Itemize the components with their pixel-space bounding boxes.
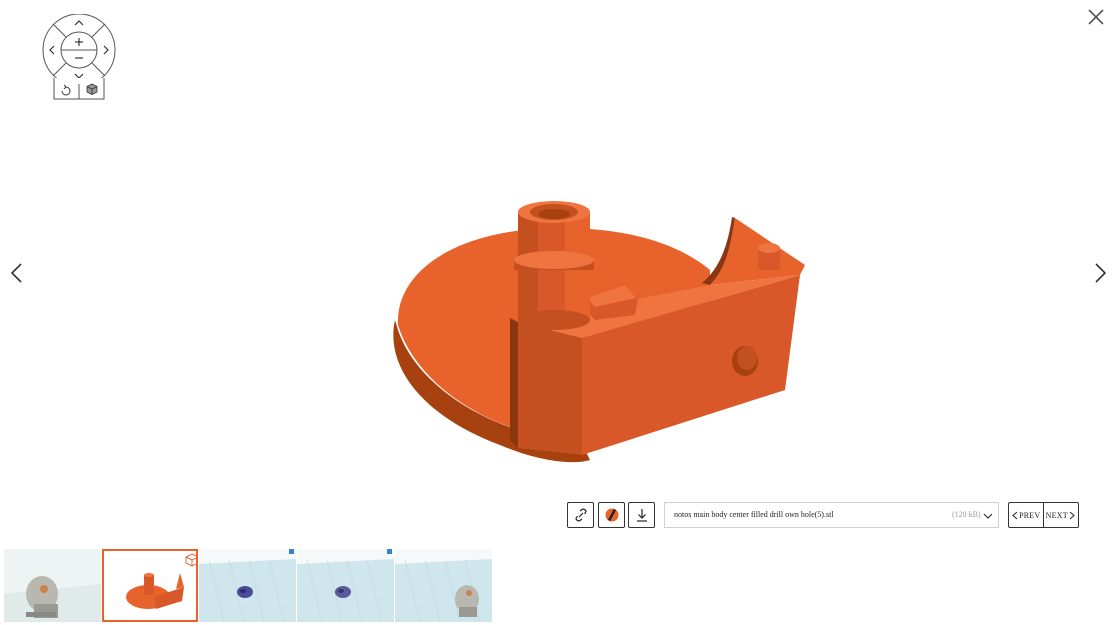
rotate-right-button[interactable] (100, 41, 114, 59)
next-model-button[interactable] (1089, 260, 1111, 286)
thumbnail-image (395, 549, 492, 622)
model-render (393, 201, 805, 463)
file-name: notos main body center filled drill own … (674, 510, 834, 519)
close-button[interactable] (1084, 5, 1108, 29)
next-button[interactable]: NEXT (1044, 503, 1079, 527)
rotate-left-button[interactable] (44, 41, 58, 59)
color-icon (605, 508, 618, 522)
thumbnail-item[interactable] (297, 549, 394, 622)
thumbnail-image (297, 549, 394, 622)
chevron-left-icon (1012, 511, 1018, 519)
zoom-out-button[interactable] (66, 51, 92, 67)
chevron-right-icon (1095, 263, 1107, 283)
chevron-down-icon (983, 513, 993, 519)
thumbnail-image (199, 549, 296, 622)
thumbnail-item[interactable] (395, 549, 492, 622)
thumbnail-item[interactable] (102, 549, 198, 622)
prev-button[interactable]: PREV (1009, 503, 1044, 527)
download-icon (636, 509, 647, 522)
chevron-left-icon (10, 263, 22, 283)
rotate-down-button[interactable] (70, 70, 88, 84)
pager: PREV NEXT (1008, 502, 1079, 528)
thumbnail-image (4, 549, 101, 622)
download-button[interactable] (628, 502, 655, 528)
thumbnail-strip (4, 549, 492, 622)
model-viewport[interactable] (380, 190, 820, 470)
next-label: NEXT (1045, 510, 1068, 520)
link-icon (574, 508, 587, 522)
share-link-button[interactable] (567, 502, 594, 528)
thumbnail-item[interactable] (4, 549, 101, 622)
prev-label: PREV (1019, 510, 1041, 520)
thumbnail-item[interactable] (199, 549, 296, 622)
close-icon (1088, 9, 1104, 25)
model-color-button[interactable] (598, 502, 625, 528)
default-view-button[interactable] (80, 84, 103, 99)
reset-view-button[interactable] (55, 84, 78, 99)
view-control-widget (42, 14, 118, 102)
zoom-in-button[interactable] (66, 33, 92, 49)
file-size: (120 kB) (952, 510, 981, 519)
previous-model-button[interactable] (6, 260, 28, 286)
rotate-up-button[interactable] (70, 16, 88, 30)
chevron-right-icon (1069, 511, 1075, 519)
file-select[interactable]: notos main body center filled drill own … (664, 502, 999, 528)
thumbnail-image (104, 551, 196, 620)
